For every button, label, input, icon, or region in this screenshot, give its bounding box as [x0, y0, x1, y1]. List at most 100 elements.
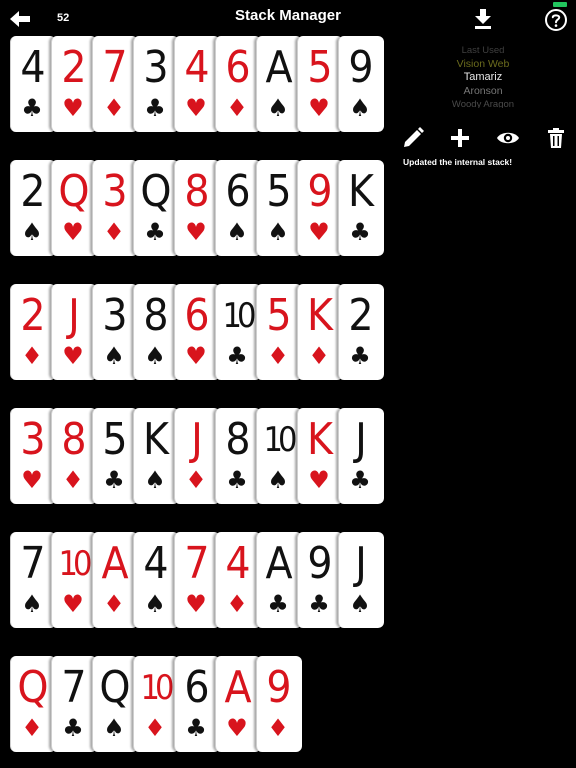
- download-button[interactable]: [472, 8, 494, 30]
- playing-card[interactable]: 6 ♥: [174, 284, 220, 380]
- playing-card[interactable]: 3 ♣: [133, 36, 179, 132]
- card-rank: 3: [102, 290, 127, 341]
- playing-card[interactable]: K ♠: [133, 408, 179, 504]
- playing-card[interactable]: 9 ♣: [297, 532, 343, 628]
- delete-button[interactable]: [544, 126, 568, 150]
- playing-card[interactable]: K ♦: [297, 284, 343, 380]
- playing-card[interactable]: 2 ♥: [51, 36, 97, 132]
- card-rank: 7: [102, 42, 127, 93]
- playing-card[interactable]: 2 ♦: [10, 284, 56, 380]
- spades-suit-icon: ♠: [144, 466, 166, 494]
- card-rank: 8: [61, 414, 86, 465]
- stack-option[interactable]: Last Used: [395, 44, 571, 58]
- playing-card[interactable]: A ♥: [215, 656, 261, 752]
- card-rank: 2: [61, 42, 86, 93]
- playing-card[interactable]: 9 ♦: [256, 656, 302, 752]
- playing-card[interactable]: 8 ♥: [174, 160, 220, 256]
- playing-card[interactable]: 5 ♣: [92, 408, 138, 504]
- spades-suit-icon: ♠: [349, 94, 371, 122]
- card-rank: J: [355, 414, 367, 465]
- playing-card[interactable]: 10 ♥: [51, 532, 97, 628]
- card-rank: 4: [143, 538, 168, 589]
- stack-actions-toolbar: [395, 124, 571, 154]
- help-button[interactable]: [544, 8, 568, 32]
- card-rank: 10: [58, 544, 93, 584]
- playing-card[interactable]: 5 ♠: [256, 160, 302, 256]
- add-button[interactable]: [448, 126, 472, 150]
- playing-card[interactable]: J ♦: [174, 408, 220, 504]
- playing-card[interactable]: J ♣: [338, 408, 384, 504]
- playing-card[interactable]: 10 ♦: [133, 656, 179, 752]
- playing-card[interactable]: 10 ♣: [215, 284, 261, 380]
- playing-card[interactable]: K ♥: [297, 408, 343, 504]
- playing-card[interactable]: 7 ♣: [51, 656, 97, 752]
- playing-card[interactable]: K ♣: [338, 160, 384, 256]
- card-rank: 7: [184, 538, 209, 589]
- stack-picker[interactable]: Last Used Vision Web Tamariz Aronson Woo…: [395, 44, 571, 108]
- spades-suit-icon: ♠: [21, 218, 43, 246]
- playing-card[interactable]: 6 ♣: [174, 656, 220, 752]
- diamonds-suit-icon: ♦: [185, 466, 207, 494]
- playing-card[interactable]: 9 ♥: [297, 160, 343, 256]
- playing-card[interactable]: 3 ♦: [92, 160, 138, 256]
- playing-card[interactable]: A ♣: [256, 532, 302, 628]
- stack-option-selected[interactable]: Tamariz: [395, 71, 571, 85]
- card-rank: K: [143, 414, 169, 465]
- playing-card[interactable]: 3 ♠: [92, 284, 138, 380]
- edit-button[interactable]: [401, 126, 425, 150]
- card-rank: 7: [61, 662, 86, 713]
- playing-card[interactable]: A ♠: [256, 36, 302, 132]
- hearts-suit-icon: ♥: [308, 466, 330, 494]
- card-rank: 6: [225, 42, 250, 93]
- question-circle-icon: [545, 9, 567, 31]
- playing-card[interactable]: Q ♣: [133, 160, 179, 256]
- playing-card[interactable]: 6 ♠: [215, 160, 261, 256]
- playing-card[interactable]: 10 ♠: [256, 408, 302, 504]
- playing-card[interactable]: 2 ♠: [10, 160, 56, 256]
- playing-card[interactable]: 5 ♥: [297, 36, 343, 132]
- hearts-suit-icon: ♥: [308, 94, 330, 122]
- clubs-suit-icon: ♣: [144, 218, 166, 246]
- playing-card[interactable]: 4 ♥: [174, 36, 220, 132]
- playing-card[interactable]: 6 ♦: [215, 36, 261, 132]
- spades-suit-icon: ♠: [103, 714, 125, 742]
- stack-option[interactable]: Woody Aragon: [395, 98, 571, 108]
- playing-card[interactable]: 9 ♠: [338, 36, 384, 132]
- playing-card[interactable]: 7 ♠: [10, 532, 56, 628]
- playing-card[interactable]: 7 ♦: [92, 36, 138, 132]
- card-rank: A: [101, 538, 128, 589]
- stack-option[interactable]: Aronson: [395, 85, 571, 99]
- playing-card[interactable]: 8 ♣: [215, 408, 261, 504]
- card-rank: 3: [143, 42, 168, 93]
- stack-option[interactable]: Vision Web: [395, 58, 571, 72]
- playing-card[interactable]: J ♥: [51, 284, 97, 380]
- playing-card[interactable]: 4 ♦: [215, 532, 261, 628]
- diamonds-suit-icon: ♦: [267, 342, 289, 370]
- playing-card[interactable]: Q ♦: [10, 656, 56, 752]
- playing-card[interactable]: 3 ♥: [10, 408, 56, 504]
- battery-indicator: [553, 2, 567, 7]
- playing-card[interactable]: 8 ♦: [51, 408, 97, 504]
- playing-card[interactable]: Q ♥: [51, 160, 97, 256]
- clubs-suit-icon: ♣: [103, 466, 125, 494]
- card-rank: A: [224, 662, 251, 713]
- playing-card[interactable]: J ♠: [338, 532, 384, 628]
- view-button[interactable]: [496, 126, 520, 150]
- playing-card[interactable]: 4 ♣: [10, 36, 56, 132]
- hearts-suit-icon: ♥: [185, 218, 207, 246]
- spades-suit-icon: ♠: [267, 466, 289, 494]
- playing-card[interactable]: 7 ♥: [174, 532, 220, 628]
- clubs-suit-icon: ♣: [62, 714, 84, 742]
- card-rank: K: [307, 414, 333, 465]
- playing-card[interactable]: 2 ♣: [338, 284, 384, 380]
- diamonds-suit-icon: ♦: [308, 342, 330, 370]
- playing-card[interactable]: 4 ♠: [133, 532, 179, 628]
- playing-card[interactable]: Q ♠: [92, 656, 138, 752]
- hearts-suit-icon: ♥: [308, 218, 330, 246]
- playing-card[interactable]: 8 ♠: [133, 284, 179, 380]
- diamonds-suit-icon: ♦: [144, 714, 166, 742]
- playing-card[interactable]: 5 ♦: [256, 284, 302, 380]
- card-rank: J: [68, 290, 80, 341]
- playing-card[interactable]: A ♦: [92, 532, 138, 628]
- diamonds-suit-icon: ♦: [103, 94, 125, 122]
